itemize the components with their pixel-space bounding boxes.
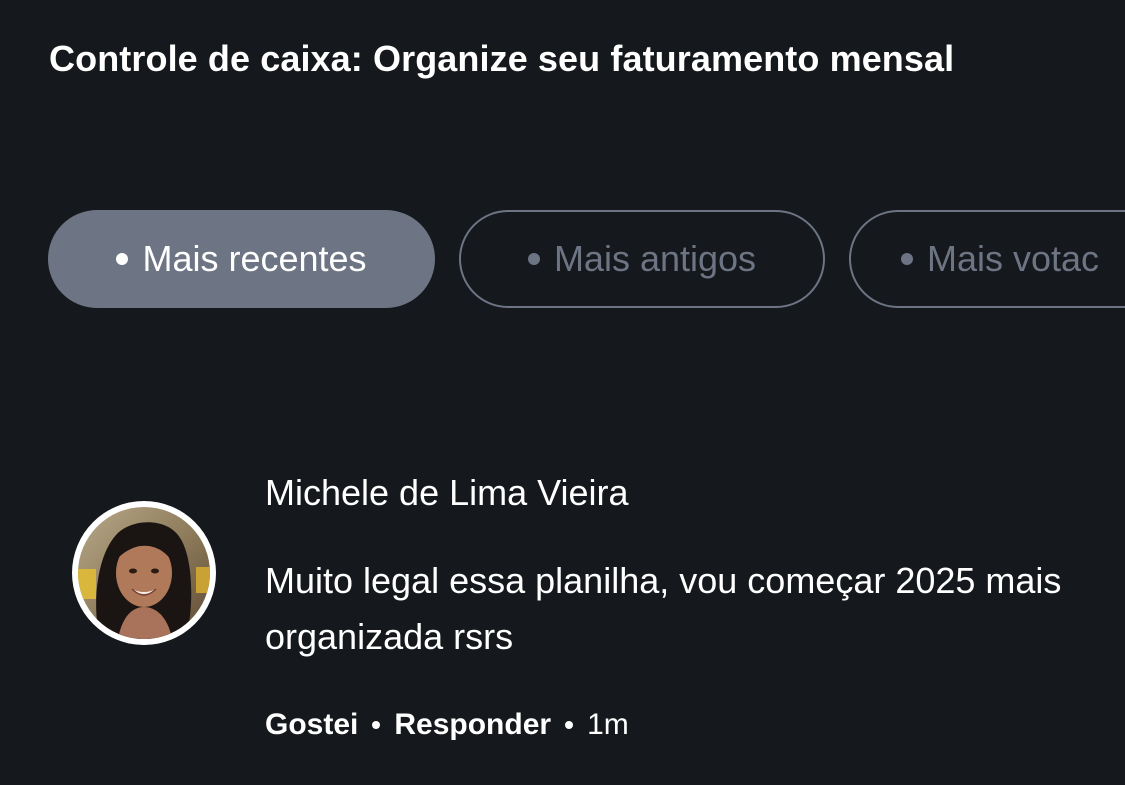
filter-chip-most-voted[interactable]: Mais votac xyxy=(849,210,1125,308)
separator-dot-icon xyxy=(565,721,574,729)
filter-chip-label: Mais recentes xyxy=(142,238,367,279)
comment-author-name[interactable]: Michele de Lima Vieira xyxy=(265,472,629,514)
like-button[interactable]: Gostei xyxy=(265,708,358,742)
avatar[interactable] xyxy=(72,501,216,645)
avatar-photo xyxy=(78,507,210,639)
page-title: Controle de caixa: Organize seu faturame… xyxy=(49,38,955,79)
bullet-icon xyxy=(901,253,913,265)
filter-chip-oldest[interactable]: Mais antigos xyxy=(459,210,825,308)
bullet-icon xyxy=(116,253,129,265)
comment-timestamp: 1m xyxy=(587,708,629,741)
filter-chip-label: Mais votac xyxy=(927,238,1100,279)
filter-chip-most-recent[interactable]: Mais recentes xyxy=(48,210,435,308)
bullet-icon xyxy=(527,253,540,265)
comment-text: Muito legal essa planilha, vou começar 2… xyxy=(265,560,1062,657)
comment-actions: Gostei Responder 1m xyxy=(265,708,629,742)
filter-chip-label: Mais antigos xyxy=(553,238,757,279)
separator-dot-icon xyxy=(372,721,381,729)
reply-button[interactable]: Responder xyxy=(394,708,551,742)
sort-filters: Mais recentes Mais antigos Mais votac xyxy=(48,210,1125,310)
